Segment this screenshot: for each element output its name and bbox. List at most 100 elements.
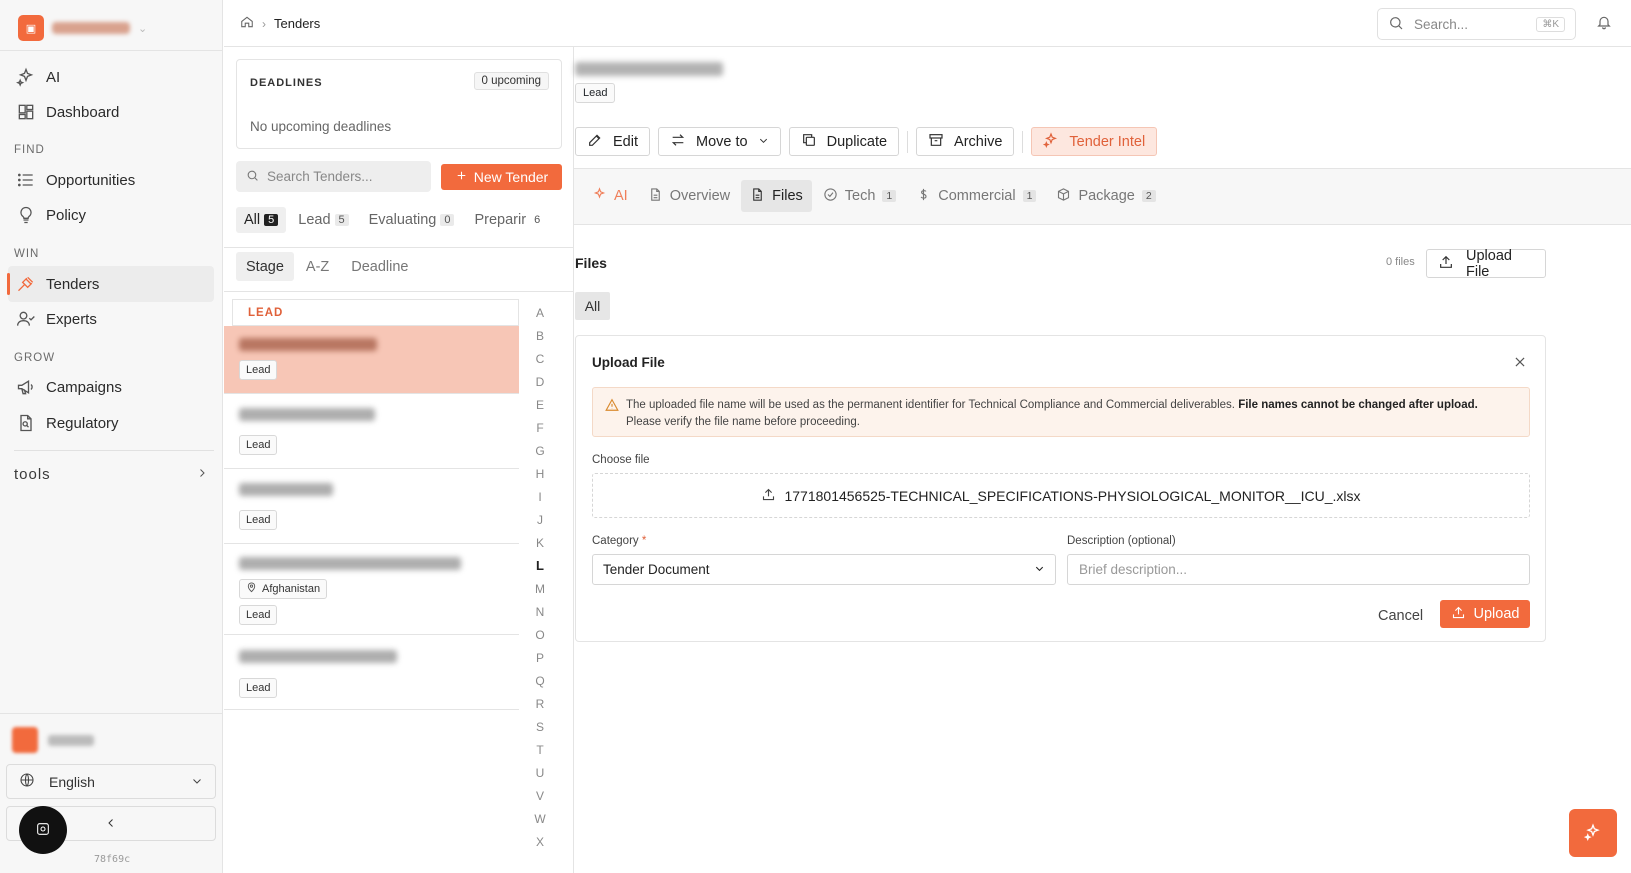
alphabet-letter[interactable]: R — [532, 692, 548, 715]
alphabet-letter[interactable]: X — [532, 830, 548, 853]
divider — [224, 291, 574, 292]
archive-button[interactable]: Archive — [916, 127, 1015, 156]
alphabet-letter[interactable]: B — [532, 324, 548, 347]
globe-icon — [19, 772, 35, 791]
nav-item-dashboard[interactable]: Dashboard — [8, 94, 214, 130]
language-select[interactable]: English — [6, 764, 216, 799]
tab-ai[interactable]: AI — [583, 180, 637, 212]
alphabet-letter[interactable]: L — [532, 554, 548, 577]
tab-label: Commercial — [938, 188, 1016, 204]
tab-overview[interactable]: Overview — [639, 180, 739, 212]
alphabet-letter[interactable]: E — [532, 393, 548, 416]
nav-item-label: AI — [46, 68, 61, 86]
edit-button[interactable]: Edit — [575, 127, 650, 156]
nav-item-campaigns[interactable]: Campaigns — [8, 369, 214, 405]
filter-tab-lead[interactable]: Lead 5 — [290, 207, 356, 233]
alphabet-letter[interactable]: U — [532, 761, 548, 784]
cancel-button[interactable]: Cancel — [1370, 602, 1431, 630]
new-tender-button[interactable]: New Tender — [441, 164, 562, 190]
close-icon[interactable] — [1513, 355, 1527, 372]
file-dropzone[interactable]: 1771801456525-TECHNICAL_SPECIFICATIONS-P… — [592, 473, 1530, 518]
filter-tab-all[interactable]: All 5 — [236, 207, 287, 233]
shortcut-hint: ⌘K — [1536, 16, 1565, 32]
nav-item-opportunities[interactable]: Opportunities — [8, 162, 214, 198]
alphabet-letter[interactable]: N — [532, 600, 548, 623]
upload-file-label: Upload File — [1466, 247, 1512, 280]
sort-tab-stage[interactable]: Stage — [236, 252, 294, 281]
tender-card[interactable]: Lead — [224, 326, 519, 394]
file-filter-all[interactable]: All — [575, 292, 610, 320]
alphabet-letter[interactable]: Q — [532, 669, 548, 692]
alphabet-letter[interactable]: I — [532, 485, 548, 508]
filter-label: Evaluating — [368, 212, 437, 228]
tender-search-input[interactable]: Search Tenders... — [236, 161, 431, 192]
alphabet-letter[interactable]: V — [532, 784, 548, 807]
filter-tab-preparing[interactable]: Preparir 6 — [466, 207, 552, 233]
tools-expander[interactable]: tools — [14, 466, 208, 483]
duplicate-button[interactable]: Duplicate — [788, 127, 900, 156]
sort-tab-deadline[interactable]: Deadline — [341, 252, 418, 281]
ai-assistant-button[interactable] — [1569, 809, 1617, 857]
tender-detail: Lead Edit Move to Duplicate Archive Tend… — [574, 47, 1631, 873]
nav-item-label: Experts — [46, 310, 97, 328]
tender-card[interactable]: Lead — [224, 635, 519, 710]
filter-tab-evaluating[interactable]: Evaluating 0 — [361, 207, 463, 233]
nav-item-ai[interactable]: AI — [8, 59, 214, 95]
alphabet-letter[interactable]: C — [532, 347, 548, 370]
workspace-logo: ▣ — [18, 15, 44, 41]
alphabet-letter[interactable]: K — [532, 531, 548, 554]
divider — [14, 450, 214, 451]
alphabet-letter[interactable]: W — [532, 807, 548, 830]
user-profile[interactable] — [12, 727, 94, 753]
move-to-button[interactable]: Move to — [658, 127, 781, 156]
nav-item-tenders[interactable]: Tenders — [7, 266, 214, 302]
tab-tech[interactable]: Tech 1 — [814, 180, 905, 212]
tender-card[interactable]: Lead — [224, 394, 519, 469]
tab-files[interactable]: Files — [741, 180, 812, 212]
stage-filter-tabs: All 5 Lead 5 Evaluating 0 Preparir 6 — [236, 207, 562, 233]
language-value: English — [49, 773, 95, 790]
alphabet-letter[interactable]: M — [532, 577, 548, 600]
nav-item-regulatory[interactable]: Regulatory — [8, 405, 214, 441]
deadlines-empty-text: No upcoming deadlines — [250, 119, 392, 134]
global-search[interactable]: Search... ⌘K — [1377, 8, 1576, 40]
upload-file-button[interactable]: Upload File — [1426, 247, 1546, 280]
alphabet-letter[interactable]: T — [532, 738, 548, 761]
tender-card[interactable]: Afghanistan Lead — [224, 544, 519, 635]
tab-package[interactable]: Package 2 — [1047, 180, 1164, 212]
filename-warning: The uploaded file name will be used as t… — [592, 387, 1530, 437]
alphabet-letter[interactable]: P — [532, 646, 548, 669]
nav-item-experts[interactable]: Experts — [8, 301, 214, 337]
sort-tab-az[interactable]: A-Z — [296, 252, 339, 281]
tender-card[interactable]: Lead — [224, 469, 519, 544]
alphabet-letter[interactable]: H — [532, 462, 548, 485]
alphabet-letter[interactable]: D — [532, 370, 548, 393]
tools-label: tools — [14, 466, 51, 483]
files-count: 0 files — [1386, 256, 1415, 268]
alphabet-letter[interactable]: A — [532, 301, 548, 324]
alphabet-letter[interactable]: G — [532, 439, 548, 462]
tender-title-redacted — [239, 338, 377, 351]
warning-text-end: Please verify the file name before proce… — [626, 415, 860, 428]
document-search-icon — [16, 413, 36, 433]
file-icon — [750, 187, 765, 206]
bell-icon[interactable] — [1596, 14, 1612, 33]
home-icon[interactable] — [240, 15, 254, 32]
assistant-launcher-button[interactable] — [19, 806, 67, 854]
detail-tabs: AI Overview Files Tech 1 Commercial 1 Pa… — [583, 180, 1165, 212]
alphabet-letter[interactable]: F — [532, 416, 548, 439]
nav-item-policy[interactable]: Policy — [8, 197, 214, 233]
workspace-switcher[interactable]: ▣ ⌄ — [18, 15, 147, 41]
dialog-title: Upload File — [592, 355, 665, 370]
description-input[interactable] — [1067, 554, 1530, 585]
tender-intel-button[interactable]: Tender Intel — [1031, 127, 1158, 156]
alphabet-letter[interactable]: J — [532, 508, 548, 531]
category-select[interactable]: Tender Document — [592, 554, 1056, 585]
selected-file-name: 1771801456525-TECHNICAL_SPECIFICATIONS-P… — [784, 487, 1361, 504]
filter-label: Preparir — [474, 212, 527, 228]
alphabet-letter[interactable]: S — [532, 715, 548, 738]
user-name-redacted — [48, 734, 94, 746]
upload-button[interactable]: Upload — [1440, 600, 1530, 628]
tab-commercial[interactable]: Commercial 1 — [907, 180, 1045, 212]
alphabet-letter[interactable]: O — [532, 623, 548, 646]
